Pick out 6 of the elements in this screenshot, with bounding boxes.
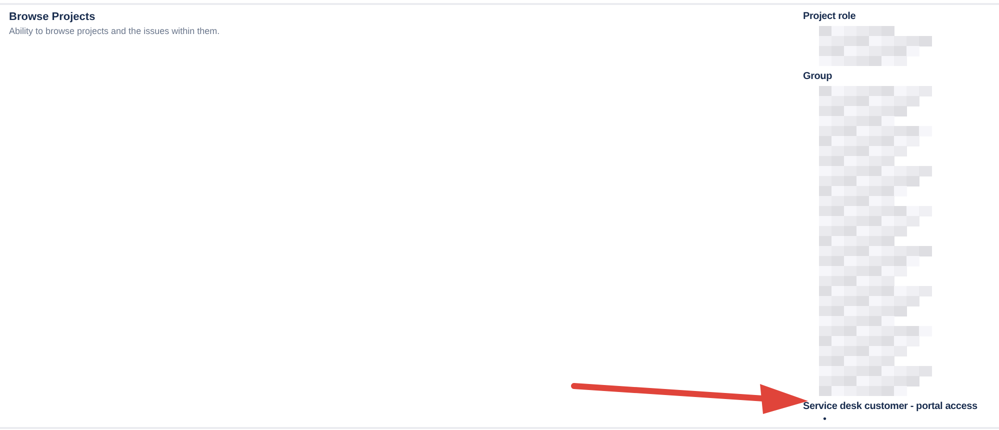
permission-description: Ability to browse projects and the issues within them. <box>9 26 220 36</box>
grant-heading: Service desk customer - portal access <box>803 401 978 412</box>
grant-heading: Project role <box>803 11 857 22</box>
grant-heading: Group <box>803 71 833 82</box>
bullet: • <box>823 414 828 425</box>
permission-title: Browse Projects <box>9 11 96 23</box>
